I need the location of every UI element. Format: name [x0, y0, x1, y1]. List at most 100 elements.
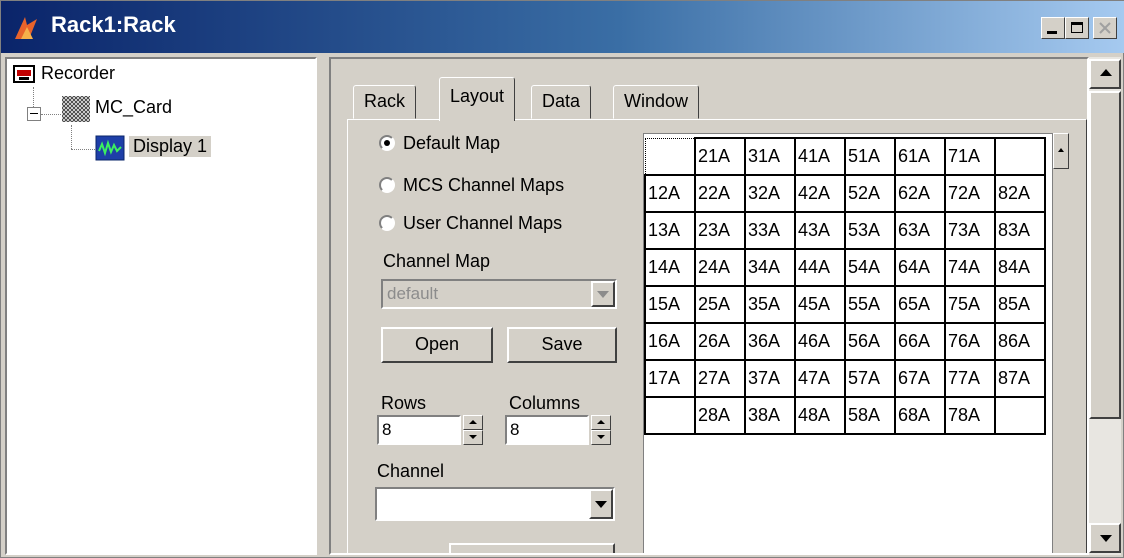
grid-cell[interactable]: 43A: [794, 211, 846, 250]
tab-window[interactable]: Window: [613, 85, 700, 119]
grid-cell[interactable]: 22A: [694, 174, 746, 213]
close-button[interactable]: [1093, 17, 1117, 39]
grid-cell[interactable]: 75A: [944, 285, 996, 324]
grid-cell[interactable]: 25A: [694, 285, 746, 324]
grid-cell[interactable]: 42A: [794, 174, 846, 213]
rows-input[interactable]: 8: [377, 415, 461, 445]
grid-cell[interactable]: 16A: [644, 322, 696, 361]
grid-cell[interactable]: 13A: [644, 211, 696, 250]
grid-cell[interactable]: 68A: [894, 396, 946, 435]
grid-cell[interactable]: 15A: [644, 285, 696, 324]
grid-cell[interactable]: 34A: [744, 248, 796, 287]
grid-cell[interactable]: 54A: [844, 248, 896, 287]
grid-cell[interactable]: 84A: [994, 248, 1046, 287]
grid-cell[interactable]: 53A: [844, 211, 896, 250]
grid-cell[interactable]: 51A: [844, 137, 896, 176]
radio-button[interactable]: [379, 177, 395, 193]
tree-item-recorder[interactable]: Recorder: [41, 63, 115, 84]
scroll-down-button[interactable]: [1089, 523, 1121, 553]
grid-cell[interactable]: 38A: [744, 396, 796, 435]
grid-cell[interactable]: 55A: [844, 285, 896, 324]
grid-cell[interactable]: 78A: [944, 396, 996, 435]
grid-cell[interactable]: 31A: [744, 137, 796, 176]
title-bar[interactable]: Rack1:Rack: [1, 1, 1124, 53]
pane-splitter[interactable]: [319, 57, 327, 555]
grid-cell[interactable]: 35A: [744, 285, 796, 324]
grid-cell[interactable]: 52A: [844, 174, 896, 213]
grid-cell[interactable]: 41A: [794, 137, 846, 176]
grid-cell[interactable]: 28A: [694, 396, 746, 435]
grid-cell[interactable]: 12A: [644, 174, 696, 213]
columns-decrement[interactable]: [591, 430, 611, 445]
channel-select[interactable]: [375, 487, 615, 521]
grid-cell[interactable]: 82A: [994, 174, 1046, 213]
grid-cell[interactable]: 36A: [744, 322, 796, 361]
grid-cell[interactable]: [644, 396, 696, 435]
grid-cell[interactable]: 64A: [894, 248, 946, 287]
grid-cell[interactable]: 72A: [944, 174, 996, 213]
scroll-up-button[interactable]: [1089, 59, 1121, 89]
grid-cell[interactable]: 73A: [944, 211, 996, 250]
grid-cell[interactable]: 47A: [794, 359, 846, 398]
minimize-button[interactable]: [1041, 17, 1065, 39]
grid-cell[interactable]: 61A: [894, 137, 946, 176]
window-scrollbar[interactable]: [1089, 57, 1121, 555]
channel-grid-table[interactable]: 21A 31A 41A 51A 61A 71A 12A 22A 32A 42A 52A 62A 72A 8…: [644, 137, 1046, 435]
grid-cell[interactable]: 33A: [744, 211, 796, 250]
grid-cell[interactable]: 37A: [744, 359, 796, 398]
grid-cell[interactable]: 26A: [694, 322, 746, 361]
tree-view[interactable]: Recorder MC_Card Display 1: [5, 57, 317, 555]
radio-user-channel-maps[interactable]: User Channel Maps: [379, 213, 562, 239]
rows-increment[interactable]: [463, 415, 483, 430]
grid-cell[interactable]: 62A: [894, 174, 946, 213]
channel-map-select[interactable]: default: [381, 279, 617, 309]
grid-cell[interactable]: 44A: [794, 248, 846, 287]
grid-cell[interactable]: 56A: [844, 322, 896, 361]
tree-item-mc-card[interactable]: MC_Card: [95, 97, 172, 118]
grid-cell[interactable]: 65A: [894, 285, 946, 324]
grid-cell[interactable]: [644, 137, 696, 176]
grid-cell[interactable]: 85A: [994, 285, 1046, 324]
radio-default-map[interactable]: Default Map: [379, 133, 500, 159]
grid-cell[interactable]: 63A: [894, 211, 946, 250]
maximize-button[interactable]: [1065, 17, 1089, 39]
grid-scroll-button[interactable]: [1053, 133, 1069, 169]
channel-grid[interactable]: 21A 31A 41A 51A 61A 71A 12A 22A 32A 42A 52A 62A 72A 8…: [643, 133, 1053, 553]
columns-input[interactable]: 8: [505, 415, 589, 445]
grid-cell[interactable]: 46A: [794, 322, 846, 361]
dropdown-button[interactable]: [589, 489, 613, 519]
open-button[interactable]: Open: [381, 327, 493, 363]
grid-cell[interactable]: 21A: [694, 137, 746, 176]
grid-cell[interactable]: 27A: [694, 359, 746, 398]
grid-cell[interactable]: 66A: [894, 322, 946, 361]
grid-cell[interactable]: 71A: [944, 137, 996, 176]
save-button[interactable]: Save: [507, 327, 617, 363]
grid-cell[interactable]: 32A: [744, 174, 796, 213]
grid-cell[interactable]: 67A: [894, 359, 946, 398]
grid-cell[interactable]: 76A: [944, 322, 996, 361]
grid-cell[interactable]: 14A: [644, 248, 696, 287]
tab-layout[interactable]: Layout: [439, 77, 516, 121]
grid-cell[interactable]: 45A: [794, 285, 846, 324]
tree-item-display-1[interactable]: Display 1: [129, 136, 212, 157]
radio-button[interactable]: [379, 215, 395, 231]
grid-cell[interactable]: [994, 137, 1046, 176]
grid-cell[interactable]: 77A: [944, 359, 996, 398]
rows-decrement[interactable]: [463, 430, 483, 445]
scroll-thumb[interactable]: [1089, 91, 1121, 419]
grid-cell[interactable]: 58A: [844, 396, 896, 435]
tab-data[interactable]: Data: [531, 85, 592, 119]
radio-button[interactable]: [379, 135, 395, 151]
grid-cell[interactable]: 24A: [694, 248, 746, 287]
grid-cell[interactable]: 48A: [794, 396, 846, 435]
grid-cell[interactable]: 57A: [844, 359, 896, 398]
radio-mcs-channel-maps[interactable]: MCS Channel Maps: [379, 175, 564, 201]
partial-button[interactable]: [449, 543, 615, 553]
tab-rack[interactable]: Rack: [353, 85, 417, 119]
grid-cell[interactable]: 23A: [694, 211, 746, 250]
grid-cell[interactable]: 74A: [944, 248, 996, 287]
grid-cell[interactable]: 83A: [994, 211, 1046, 250]
grid-cell[interactable]: [994, 396, 1046, 435]
dropdown-button[interactable]: [591, 281, 615, 307]
grid-cell[interactable]: 17A: [644, 359, 696, 398]
